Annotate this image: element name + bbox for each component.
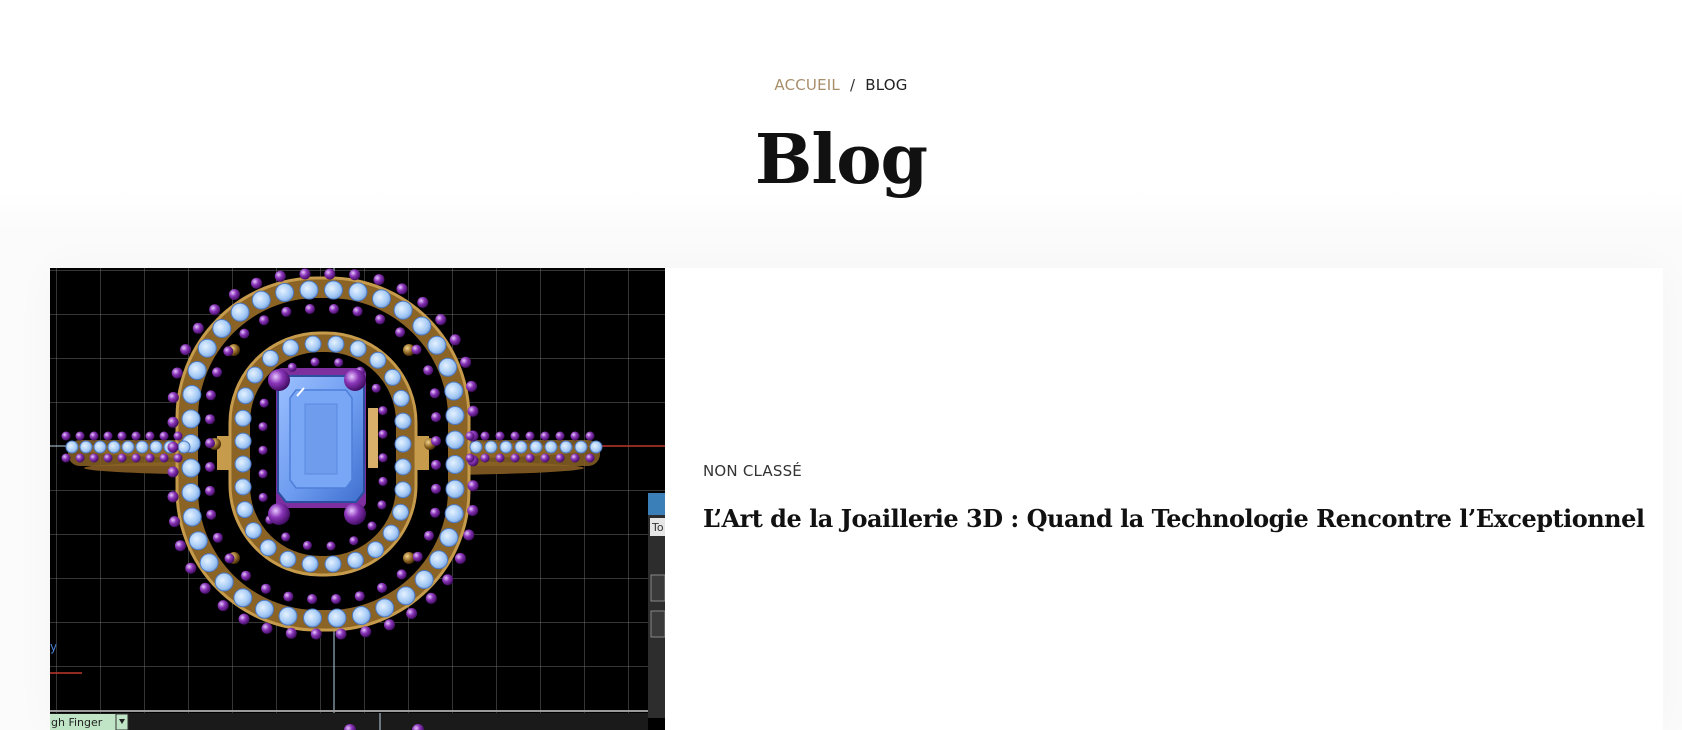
- axis-label: y: [50, 640, 57, 654]
- post-thumbnail[interactable]: y To gh Finger: [50, 268, 665, 730]
- blog-page: ACCUEIL / BLOG Blog y To gh Finger NON C…: [0, 0, 1682, 730]
- panel-label: To: [651, 521, 664, 534]
- jewelry-ring-3d-render: y To gh Finger: [50, 268, 665, 730]
- post-card-body: NON CLASSÉ L’Art de la Joaillerie 3D : Q…: [665, 268, 1663, 730]
- finger-size-label: gh Finger: [51, 716, 103, 729]
- breadcrumb-separator: /: [849, 76, 856, 94]
- breadcrumb: ACCUEIL / BLOG: [0, 76, 1682, 94]
- page-title: Blog: [754, 120, 928, 200]
- breadcrumb-current: BLOG: [865, 76, 908, 94]
- breadcrumb-home-link[interactable]: ACCUEIL: [774, 76, 840, 94]
- post-title[interactable]: L’Art de la Joaillerie 3D : Quand la Tec…: [703, 504, 1645, 533]
- post-card: y To gh Finger NON CLASSÉ L’Art de la Jo…: [50, 268, 1663, 730]
- post-category[interactable]: NON CLASSÉ: [703, 462, 802, 480]
